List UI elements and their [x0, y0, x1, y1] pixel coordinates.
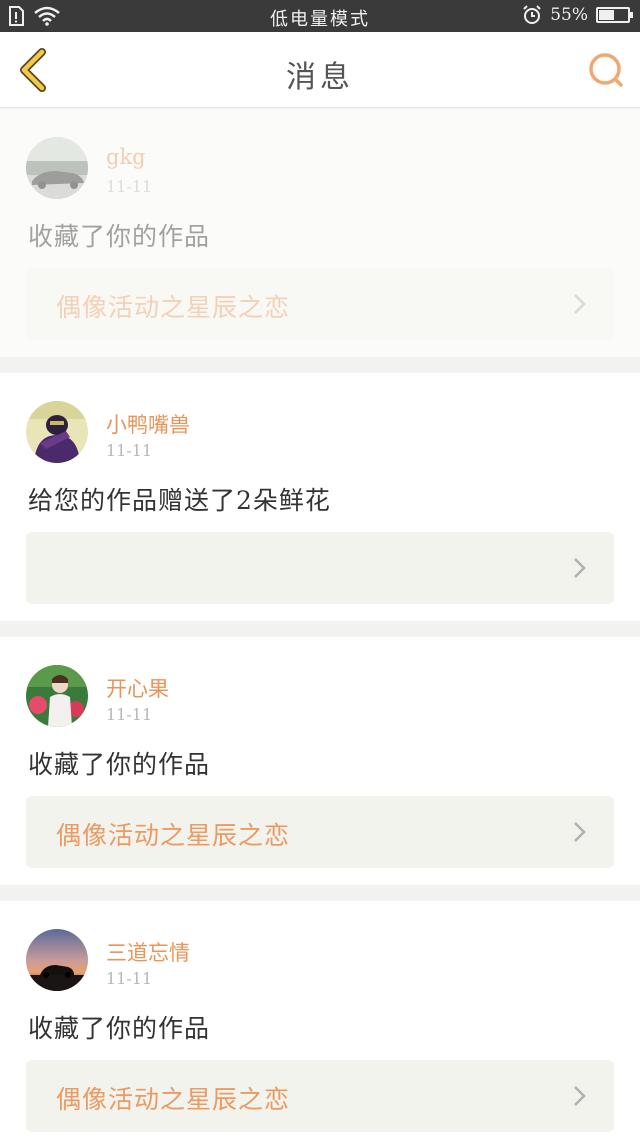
- car-photo-avatar-icon: [26, 137, 88, 199]
- work-link[interactable]: 偶像活动之星辰之恋: [26, 796, 614, 868]
- work-link[interactable]: [26, 532, 614, 604]
- user-name[interactable]: 三道忘情: [106, 937, 190, 967]
- user-name[interactable]: 小鸭嘴兽: [106, 409, 190, 439]
- avatar[interactable]: [26, 401, 88, 463]
- chevron-right-icon: [574, 558, 586, 578]
- message-item[interactable]: 开心果 11-11 收藏了你的作品 偶像活动之星辰之恋: [0, 637, 640, 885]
- work-link[interactable]: 偶像活动之星辰之恋: [26, 268, 614, 340]
- message-text: 收藏了你的作品: [28, 1014, 211, 1043]
- battery-percent: 55%: [550, 5, 588, 25]
- page-title: 消息: [286, 60, 354, 95]
- message-date: 11-11: [106, 969, 153, 988]
- avatar[interactable]: [26, 665, 88, 727]
- user-name[interactable]: gkg: [106, 145, 146, 169]
- search-icon: [589, 53, 623, 87]
- avatar[interactable]: [26, 137, 88, 199]
- message-item[interactable]: 小鸭嘴兽 11-11 给您的作品赠送了2朵鲜花: [0, 373, 640, 621]
- search-button[interactable]: [586, 50, 626, 90]
- battery-level-fill: [599, 10, 615, 20]
- message-list: gkg 11-11 收藏了你的作品 偶像活动之星辰之恋 小鸭嘴兽 11-11 给…: [0, 109, 640, 1138]
- status-icons-right: 55%: [522, 5, 633, 25]
- message-date: 11-11: [106, 177, 153, 196]
- work-link[interactable]: 偶像活动之星辰之恋: [26, 1060, 614, 1132]
- work-link-title: 偶像活动之星辰之恋: [56, 1085, 291, 1114]
- chevron-right-icon: [574, 294, 586, 314]
- message-text: 收藏了你的作品: [28, 750, 211, 779]
- sunset-car-avatar-icon: [26, 929, 88, 991]
- user-name[interactable]: 开心果: [106, 673, 169, 703]
- status-bar: 低电量模式 55%: [0, 0, 640, 32]
- chevron-right-icon: [574, 1086, 586, 1106]
- work-link-title: 偶像活动之星辰之恋: [56, 293, 291, 322]
- message-item[interactable]: 三道忘情 11-11 收藏了你的作品 偶像活动之星辰之恋: [0, 901, 640, 1138]
- avatar[interactable]: [26, 929, 88, 991]
- message-date: 11-11: [106, 441, 153, 460]
- nav-bar: 消息: [0, 32, 640, 108]
- message-item[interactable]: gkg 11-11 收藏了你的作品 偶像活动之星辰之恋: [0, 109, 640, 357]
- chevron-right-icon: [574, 822, 586, 842]
- girl-photo-avatar-icon: [26, 665, 88, 727]
- message-text: 收藏了你的作品: [28, 222, 211, 251]
- battery-icon: [596, 7, 633, 23]
- message-date: 11-11: [106, 705, 153, 724]
- alarm-icon: [523, 5, 541, 24]
- purple-figure-avatar-icon: [26, 401, 88, 463]
- work-link-title: 偶像活动之星辰之恋: [56, 821, 291, 850]
- message-text: 给您的作品赠送了2朵鲜花: [28, 486, 331, 515]
